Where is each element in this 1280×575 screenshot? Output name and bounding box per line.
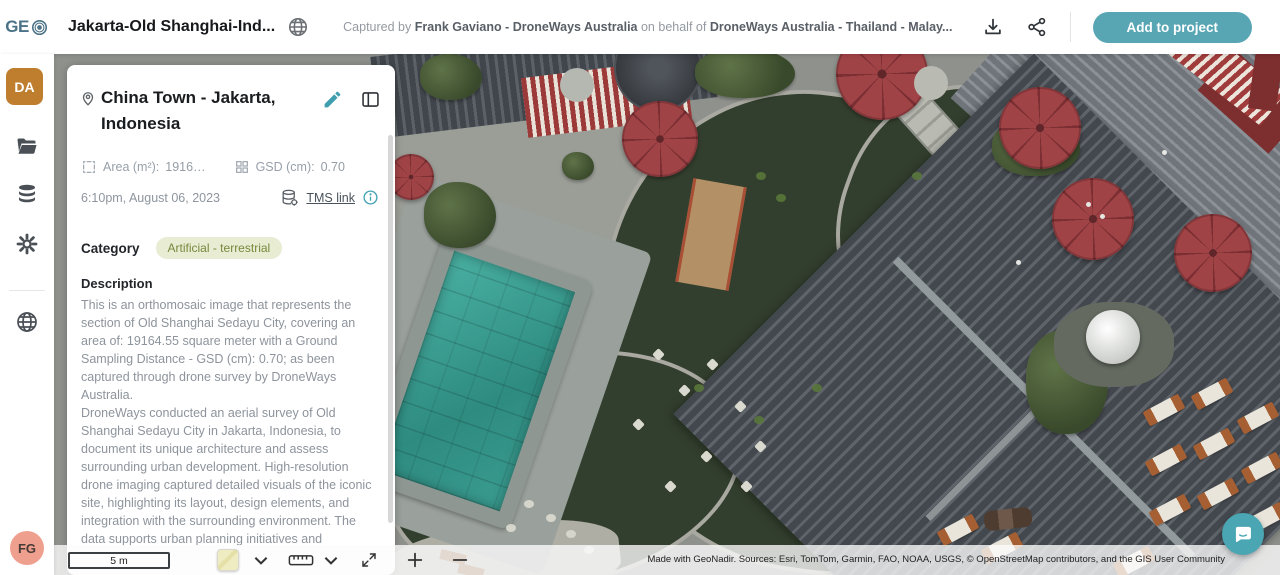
map-rock (524, 500, 534, 508)
panel-tools (322, 89, 381, 137)
zoom-in-icon[interactable] (406, 551, 424, 569)
category-label: Category (81, 240, 140, 256)
captured-prefix: Captured by (343, 20, 412, 34)
ruler-measure-icon[interactable] (288, 551, 314, 569)
description-text: This is an orthomosaic image that repres… (81, 298, 372, 546)
left-sidebar: DA FG (0, 54, 54, 575)
logo-target-icon (31, 19, 47, 35)
gsd-grid-icon (235, 161, 248, 173)
globe-icon[interactable] (15, 310, 39, 334)
basemap-layer-thumbnail[interactable] (217, 549, 239, 571)
download-icon[interactable] (982, 16, 1004, 38)
dataset-info-panel: China Town - Jakarta, Indonesia Area (m²… (67, 65, 395, 575)
map-rock (506, 524, 516, 532)
map-round-table (560, 68, 594, 102)
logo-text: GE (5, 17, 29, 36)
geonadir-logo[interactable]: GE (0, 17, 54, 37)
map-tree (562, 152, 594, 180)
map-bottom-bar: 5 m Made with GeoNadir. Sources: Esri, T… (0, 545, 1280, 575)
map-person (1086, 202, 1091, 207)
map-rock (546, 514, 556, 522)
area-label: Area (m²): (103, 160, 160, 174)
map-lilypad (912, 172, 922, 180)
gsd-group: GSD (cm): 0.70 (234, 159, 345, 175)
top-bar: GE Jakarta-Old Shanghai-Ind... Captured … (0, 0, 1280, 54)
map-umbrella (1052, 178, 1134, 260)
map-umbrella (1174, 214, 1252, 292)
map-person (1162, 150, 1167, 155)
map-person (1100, 214, 1105, 219)
map-rock (566, 530, 576, 538)
area-value: 1916… (165, 160, 206, 174)
captured-by-text: Captured by Frank Gaviano - DroneWays Au… (343, 20, 952, 34)
chat-launcher-button[interactable] (1222, 513, 1264, 555)
app-window: GE Jakarta-Old Shanghai-Ind... Captured … (0, 0, 1280, 575)
divider (9, 290, 45, 291)
user-avatar[interactable]: FG (10, 531, 44, 565)
top-actions: Add to project (982, 11, 1280, 43)
globe-icon[interactable] (287, 16, 309, 38)
capture-datetime: 6:10pm, August 06, 2023 (81, 190, 220, 205)
map-tree (695, 54, 795, 98)
map-lilypad (754, 416, 764, 424)
gsd-value: 0.70 (320, 160, 345, 174)
fullscreen-icon[interactable] (360, 551, 378, 569)
map-lilypad (812, 384, 822, 392)
chat-bubble-icon (1235, 526, 1251, 543)
map-person (1016, 260, 1021, 265)
map-attribution: Made with GeoNadir. Sources: Esri, TomTo… (647, 554, 1225, 565)
share-icon[interactable] (1026, 16, 1048, 38)
tms-group: TMS link (280, 188, 379, 207)
tms-database-icon (282, 189, 299, 206)
chevron-down-icon[interactable] (252, 551, 270, 569)
captured-by-name: Frank Gaviano - DroneWays Australia (414, 20, 638, 34)
settings-gear-icon[interactable] (15, 232, 39, 256)
tms-link[interactable]: TMS link (306, 191, 355, 205)
dataset-title: Jakarta-Old Shanghai-Ind... (68, 18, 276, 35)
on-behalf-of-name: DroneWays Australia - Thailand - Malay..… (709, 20, 953, 34)
map-dome (1086, 310, 1140, 364)
panel-header: China Town - Jakarta, Indonesia (67, 65, 395, 137)
dataset-stats: Area (m²): 1916… GSD (cm): 0.70 6:10pm, … (81, 159, 379, 207)
category-badge: Artificial - terrestrial (155, 237, 283, 259)
org-avatar[interactable]: DA (6, 68, 43, 105)
location-title: China Town - Jakarta, Indonesia (101, 88, 276, 133)
area-icon (83, 161, 95, 173)
edit-pencil-icon[interactable] (322, 89, 343, 110)
on-behalf-prefix: on behalf of (640, 20, 707, 34)
map-tree (424, 182, 496, 248)
folder-icon[interactable] (15, 134, 39, 158)
map-lilypad (776, 194, 786, 202)
category-row: Category Artificial - terrestrial (81, 237, 379, 259)
panel-scrollbar[interactable] (388, 135, 393, 523)
gsd-label: GSD (cm): (255, 160, 315, 174)
description-section: Description This is an orthomosaic image… (81, 276, 379, 548)
description-label: Description (81, 276, 153, 291)
datasets-icon[interactable] (15, 182, 39, 206)
map-scale-bar: 5 m (68, 552, 170, 569)
add-to-project-button[interactable]: Add to project (1092, 11, 1252, 43)
location-pin-icon (82, 92, 94, 106)
map-lilypad (756, 172, 766, 180)
map-umbrella (622, 101, 698, 177)
divider (1069, 12, 1071, 42)
map-umbrella (999, 87, 1081, 169)
zoom-out-icon[interactable] (451, 551, 469, 569)
map-tree (420, 54, 482, 100)
map-round-table (914, 66, 948, 100)
map-lilypad (694, 384, 704, 392)
info-icon[interactable] (362, 189, 379, 206)
collapse-panel-icon[interactable] (360, 89, 381, 110)
chevron-down-icon[interactable] (322, 551, 340, 569)
